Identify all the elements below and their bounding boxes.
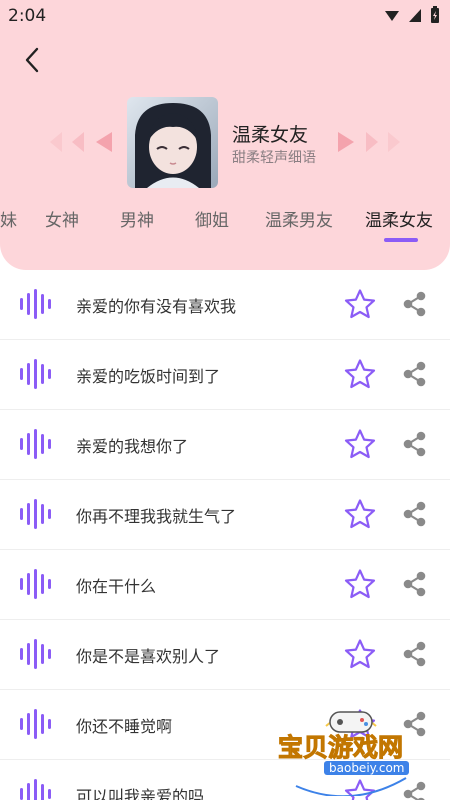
sound-wave-icon — [20, 709, 51, 739]
share-icon[interactable] — [401, 290, 429, 318]
tab-mature-lady[interactable]: 御姐 — [195, 206, 229, 231]
status-bar: 2:04 — [0, 0, 450, 32]
watermark-title: 宝贝游戏网 — [277, 733, 404, 763]
sound-wave-icon — [20, 289, 51, 319]
list-item[interactable]: 你再不理我我就生气了 — [0, 480, 450, 550]
share-icon[interactable] — [401, 500, 429, 528]
tab-gentle-boyfriend[interactable]: 温柔男友 — [265, 206, 333, 231]
clip-label: 你是不是喜欢别人了 — [76, 647, 221, 666]
share-icon[interactable] — [401, 360, 429, 388]
share-icon[interactable] — [401, 640, 429, 668]
tab-gentle-girlfriend[interactable]: 温柔女友 — [365, 206, 433, 231]
voice-avatar — [127, 97, 218, 188]
clip-label: 你再不理我我就生气了 — [76, 507, 237, 526]
network-icon — [409, 9, 421, 22]
star-outline-icon[interactable] — [344, 288, 376, 320]
sound-wave-icon — [20, 499, 51, 529]
tab-active-indicator — [384, 238, 418, 242]
sound-wave-icon — [20, 429, 51, 459]
clip-label: 你在干什么 — [76, 577, 157, 596]
clip-label: 亲爱的我想你了 — [76, 437, 189, 456]
list-item[interactable]: 你是不是喜欢别人了 — [0, 620, 450, 690]
share-icon[interactable] — [401, 570, 429, 598]
sound-wave-icon — [20, 639, 51, 669]
star-outline-icon[interactable] — [344, 568, 376, 600]
star-outline-icon[interactable] — [344, 498, 376, 530]
voice-header: 2:04 温柔女友 甜柔轻声细语 妹 女神 男神 御姐 温柔男友 温柔女友 — [0, 0, 450, 270]
avatar-image — [127, 97, 218, 188]
sound-wave-icon — [20, 359, 51, 389]
voice-title: 温柔女友 — [232, 124, 309, 146]
sound-wave-icon — [20, 779, 51, 800]
watermark-url: baobeiy.com — [324, 761, 410, 775]
star-outline-icon[interactable] — [344, 428, 376, 460]
arrows-left-icon — [50, 132, 112, 152]
clip-label: 亲爱的你有没有喜欢我 — [76, 297, 237, 316]
clip-label: 亲爱的吃饭时间到了 — [76, 367, 221, 386]
chevron-left-icon — [25, 47, 39, 73]
star-outline-icon[interactable] — [344, 358, 376, 390]
clip-label: 你还不睡觉啊 — [76, 717, 173, 736]
share-icon[interactable] — [401, 430, 429, 458]
battery-icon — [431, 6, 439, 23]
tab-goddess[interactable]: 女神 — [45, 206, 79, 231]
star-outline-icon[interactable] — [344, 638, 376, 670]
tab-male-god[interactable]: 男神 — [120, 206, 154, 231]
list-item[interactable]: 亲爱的我想你了 — [0, 410, 450, 480]
list-item[interactable]: 亲爱的你有没有喜欢我 — [0, 270, 450, 340]
voice-subtitle: 甜柔轻声细语 — [232, 150, 316, 166]
status-icons — [384, 6, 440, 24]
category-tabs: 萌妹 女神 男神 御姐 温柔男友 温柔女友 — [0, 206, 450, 246]
signal-icon — [385, 11, 399, 21]
clip-label: 可以叫我亲爱的吗 — [76, 787, 205, 800]
status-time: 2:04 — [8, 6, 47, 26]
arrows-right-icon — [338, 132, 400, 152]
back-button[interactable] — [18, 44, 46, 76]
list-item[interactable]: 亲爱的吃饭时间到了 — [0, 340, 450, 410]
list-item[interactable]: 你在干什么 — [0, 550, 450, 620]
sound-wave-icon — [20, 569, 51, 599]
tab-cute-girl[interactable]: 萌妹 — [0, 206, 17, 231]
site-watermark: 宝贝游戏网 baobeiy.com — [276, 706, 426, 796]
